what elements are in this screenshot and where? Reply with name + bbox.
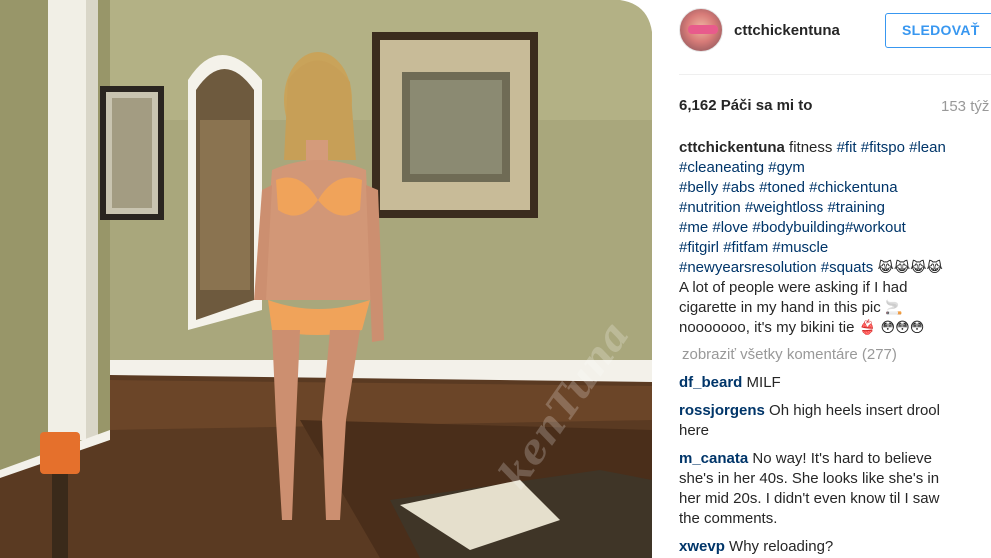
caption-line: #newyearsresolution #squats 😹😹😹😹 — [679, 258, 979, 278]
comment-username[interactable]: rossjorgens — [679, 402, 765, 419]
hashtag-link[interactable]: #cleaneating — [679, 159, 764, 176]
emoji-icon: 🚬 — [884, 300, 903, 316]
hashtag-link[interactable]: #weightloss — [745, 199, 823, 216]
hashtag-link[interactable]: #muscle — [772, 239, 828, 256]
caption-line: #fitgirl #fitfam #muscle — [679, 238, 979, 258]
post-side-panel: cttchickentuna SLEDOVAŤ 6,162 Páči sa mi… — [652, 0, 991, 558]
hashtag-link[interactable]: #chickentuna — [809, 179, 897, 196]
caption-line: #me #love #bodybuilding#workout — [679, 218, 979, 238]
author-username[interactable]: cttchickentuna — [734, 22, 840, 39]
view-all-comments-link[interactable]: zobraziť všetky komentáre (277) — [682, 345, 979, 365]
hashtag-link[interactable]: #toned — [759, 179, 805, 196]
comment-text-line: her mid 20s. I didn't even know til I sa… — [679, 490, 940, 507]
hashtag-link[interactable]: #me — [679, 219, 708, 236]
comment-item: xwevp Why reloading? — [679, 537, 979, 557]
caption-line: cttchickentuna fitness #fit #fitspo #lea… — [679, 138, 979, 158]
post-caption: cttchickentuna fitness #fit #fitspo #lea… — [679, 138, 979, 338]
comment-item: m_canata No way! It's hard to believe she… — [679, 449, 979, 529]
comments-section: cttchickentuna fitness #fit #fitspo #lea… — [679, 138, 979, 557]
author-avatar[interactable] — [679, 8, 723, 52]
hashtag-link[interactable]: #training — [827, 199, 885, 216]
follow-button[interactable]: SLEDOVAŤ — [885, 13, 991, 48]
emoji-icon: 😹😹😹😹 — [877, 260, 943, 276]
hashtag-link[interactable]: #lean — [909, 139, 946, 156]
hashtag-link[interactable]: #fitgirl — [679, 239, 719, 256]
caption-line: #nutrition #weightloss #training — [679, 198, 979, 218]
post-timestamp[interactable]: 153 týž — [941, 98, 989, 115]
caption-text: A lot of people were asking if I had — [679, 279, 908, 296]
comment-text-line: she's in her 40s. She looks like she's i… — [679, 470, 940, 487]
comment-username[interactable]: xwevp — [679, 538, 725, 555]
comment-username[interactable]: m_canata — [679, 450, 748, 467]
comment-list: df_beard MILF rossjorgens Oh high heels i… — [679, 373, 979, 557]
hashtag-link[interactable]: #newyearsresolution — [679, 259, 817, 276]
caption-line: cigarette in my hand in this pic 🚬 — [679, 298, 979, 318]
photo-illustration — [0, 0, 652, 558]
hashtag-link[interactable]: #gym — [768, 159, 805, 176]
comment-text-line: here — [679, 422, 710, 439]
hashtag-link[interactable]: #belly — [679, 179, 718, 196]
comment-username[interactable]: df_beard — [679, 374, 742, 391]
caption-line: nooooooo, it's my bikini tie 👙 😳😳😳 — [679, 318, 979, 338]
comment-text: No way! It's hard to believe — [752, 450, 933, 467]
header-divider — [679, 74, 991, 75]
hashtag-link[interactable]: #love — [712, 219, 748, 236]
post-photo[interactable]: kenTuna — [0, 0, 652, 558]
hashtag-link[interactable]: #abs — [722, 179, 755, 196]
comment-text: Oh high heels insert drool — [769, 402, 940, 419]
hashtag-link[interactable]: #bodybuilding#workout — [752, 219, 905, 236]
caption-line: #cleaneating #gym — [679, 158, 979, 178]
comment-text: MILF — [746, 374, 781, 391]
emoji-icon: 👙 😳😳😳 — [858, 320, 925, 336]
likes-count[interactable]: 6,162 Páči sa mi to — [679, 97, 812, 114]
hashtag-link[interactable]: #fitspo — [861, 139, 905, 156]
caption-line: A lot of people were asking if I had — [679, 278, 979, 298]
comment-text-line: the comments. — [679, 510, 778, 527]
caption-text: fitness — [789, 139, 833, 156]
comment-text: Why reloading? — [729, 538, 834, 555]
hashtag-link[interactable]: #fit — [837, 139, 857, 156]
hashtag-link[interactable]: #fitfam — [723, 239, 768, 256]
comment-item: rossjorgens Oh high heels insert drool he… — [679, 401, 979, 441]
caption-username[interactable]: cttchickentuna — [679, 139, 785, 156]
comment-item: df_beard MILF — [679, 373, 979, 393]
caption-text: nooooooo, it's my bikini tie — [679, 319, 855, 336]
caption-text: cigarette in my hand in this pic — [679, 299, 881, 316]
hashtag-link[interactable]: #nutrition — [679, 199, 741, 216]
post-header: cttchickentuna SLEDOVAŤ — [652, 0, 991, 70]
caption-line: #belly #abs #toned #chickentuna — [679, 178, 979, 198]
hashtag-link[interactable]: #squats — [821, 259, 874, 276]
